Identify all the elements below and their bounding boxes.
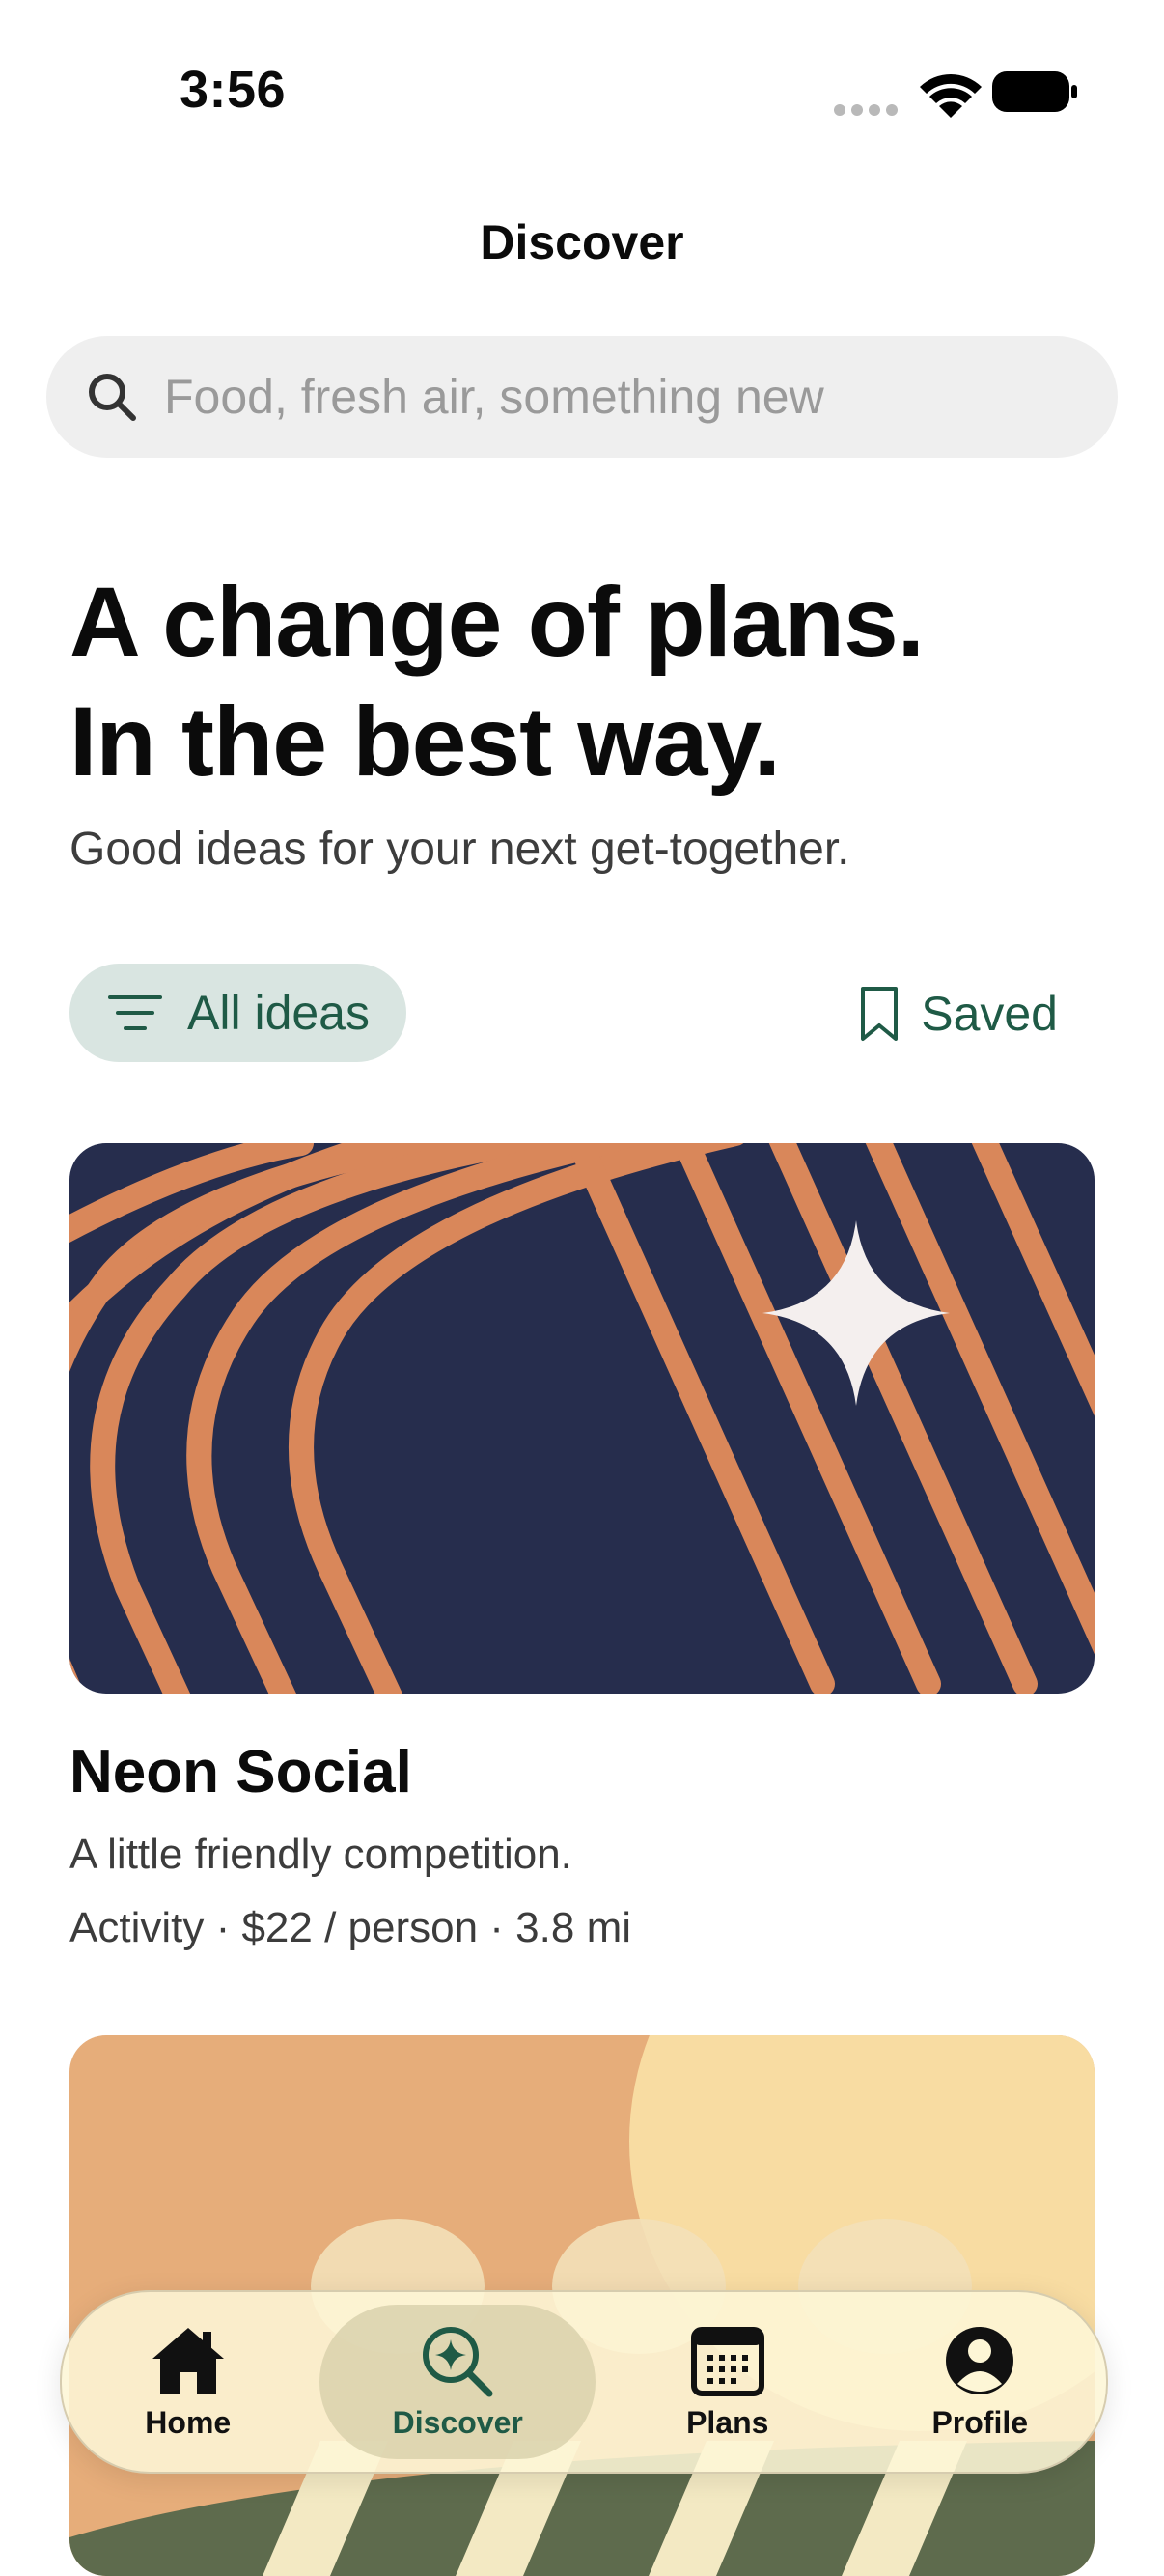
- tab-discover[interactable]: Discover: [319, 2305, 596, 2459]
- person-circle-icon: [946, 2326, 1014, 2394]
- card-description: A little friendly competition.: [69, 1831, 572, 1878]
- all-ideas-label: All ideas: [187, 986, 370, 1040]
- tab-home[interactable]: Home: [68, 2305, 309, 2459]
- search-icon: [89, 374, 136, 421]
- hero-subtitle: Good ideas for your next get-together.: [69, 824, 850, 875]
- battery-icon: [992, 71, 1077, 112]
- tab-bar: Home Discover Plans Profile: [60, 2290, 1108, 2474]
- search-bar[interactable]: [46, 336, 1118, 458]
- hero-title-line1: A change of plans.: [69, 567, 925, 677]
- card-title[interactable]: Neon Social: [69, 1738, 412, 1806]
- sparkle-search-icon: [423, 2326, 493, 2396]
- page-title: Discover: [480, 215, 684, 269]
- wifi-icon: [920, 74, 982, 118]
- card-meta: Activity · $22 / person · 3.8 mi: [69, 1904, 631, 1951]
- bookmark-icon: [861, 987, 899, 1041]
- tab-profile[interactable]: Profile: [859, 2305, 1100, 2459]
- signal-dots-icon: [834, 104, 898, 116]
- filter-lines-icon: [108, 995, 162, 1030]
- tab-discover-label: Discover: [392, 2404, 523, 2440]
- neon-social-card-image[interactable]: [69, 1143, 1095, 1694]
- saved-button[interactable]: Saved: [859, 979, 1058, 1049]
- tab-home-label: Home: [145, 2404, 232, 2440]
- status-time: 3:56: [180, 61, 287, 119]
- search-input[interactable]: [162, 368, 1035, 426]
- hero-title-line2: In the best way.: [69, 686, 781, 797]
- tab-plans-label: Plans: [686, 2404, 769, 2440]
- hero-title: A change of plans. In the best way.: [69, 562, 1093, 801]
- tab-profile-label: Profile: [931, 2404, 1029, 2440]
- calendar-icon: [690, 2326, 764, 2396]
- all-ideas-filter-button[interactable]: All ideas: [69, 964, 406, 1062]
- saved-label: Saved: [921, 987, 1058, 1041]
- status-indicators: [826, 64, 1077, 122]
- tab-plans[interactable]: Plans: [607, 2305, 848, 2459]
- house-icon: [152, 2327, 224, 2394]
